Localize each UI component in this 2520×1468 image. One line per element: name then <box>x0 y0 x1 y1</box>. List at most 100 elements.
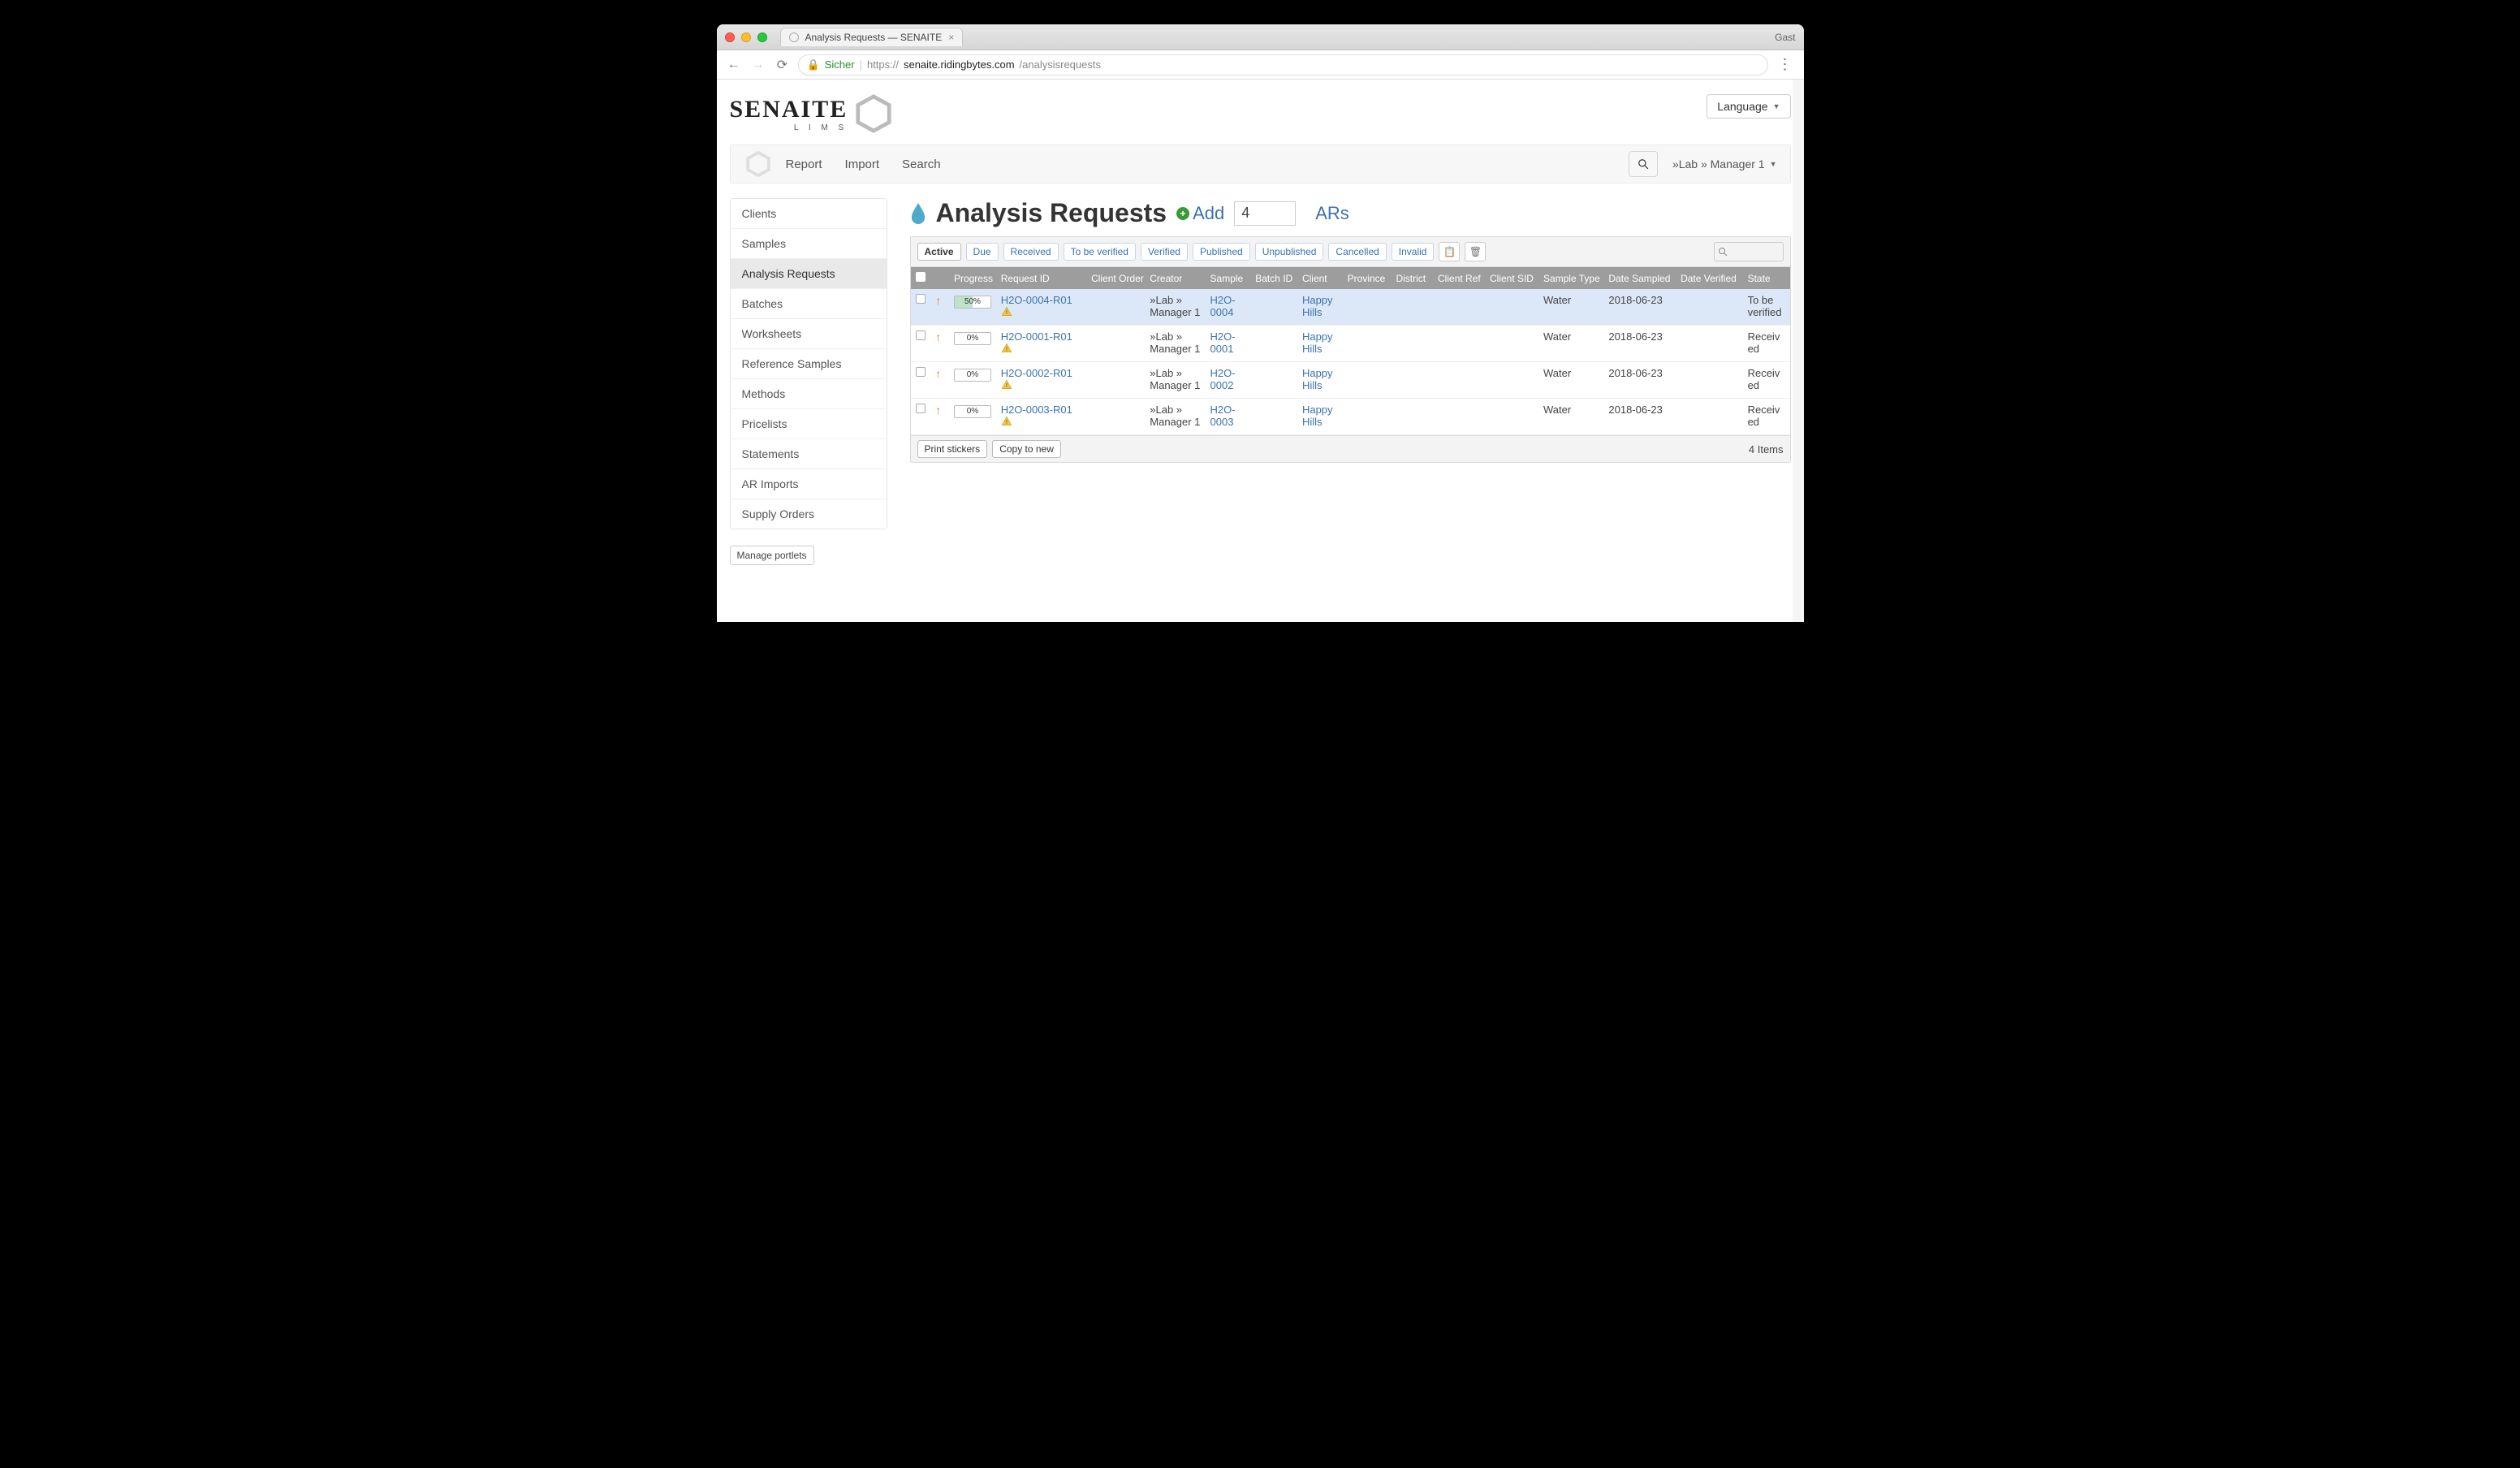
app-logo[interactable]: SENAITE L I M S <box>730 94 894 133</box>
window-minimize-button[interactable] <box>741 32 751 42</box>
filter-unpublished[interactable]: Unpublished <box>1255 243 1324 261</box>
browser-menu-icon[interactable]: ⋮ <box>1775 56 1796 73</box>
table-search-input[interactable] <box>1714 242 1784 261</box>
row-checkbox[interactable] <box>916 367 926 377</box>
sidebar-item-analysis-requests[interactable]: Analysis Requests <box>731 259 887 289</box>
nav-report[interactable]: Report <box>786 158 822 171</box>
sidebar-item-supply-orders[interactable]: Supply Orders <box>731 499 887 529</box>
row-checkbox[interactable] <box>916 330 926 340</box>
window-zoom-button[interactable] <box>757 32 767 42</box>
svg-text:!: ! <box>1006 383 1008 389</box>
search-button[interactable] <box>1629 151 1658 177</box>
column-header[interactable]: Client Ref <box>1433 267 1485 289</box>
url-path: /analysisrequests <box>1020 58 1101 71</box>
close-tab-icon[interactable]: × <box>948 32 954 43</box>
sample-link[interactable]: H2O-0003 <box>1210 404 1236 428</box>
sidebar-item-ar-imports[interactable]: AR Imports <box>731 469 887 499</box>
search-icon <box>1718 247 1728 257</box>
column-header[interactable]: Client SID <box>1485 267 1538 289</box>
sidebar-item-pricelists[interactable]: Pricelists <box>731 409 887 439</box>
column-header[interactable]: Sample Type <box>1538 267 1603 289</box>
filter-invalid[interactable]: Invalid <box>1392 243 1435 261</box>
sample-link[interactable]: H2O-0001 <box>1210 330 1236 355</box>
column-header[interactable]: Client Order <box>1086 267 1145 289</box>
column-header[interactable]: Creator <box>1145 267 1205 289</box>
column-header[interactable]: Date Sampled <box>1603 267 1676 289</box>
sidebar-item-reference-samples[interactable]: Reference Samples <box>731 349 887 379</box>
row-checkbox[interactable] <box>916 294 926 304</box>
sidebar-item-worksheets[interactable]: Worksheets <box>731 319 887 349</box>
hexagon-icon <box>854 94 893 133</box>
table-row[interactable]: ↑0%H2O-0003-R01 !»Lab » Manager 1H2O-000… <box>911 399 1790 435</box>
column-header[interactable] <box>930 267 949 289</box>
ars-link[interactable]: ARs <box>1315 203 1349 224</box>
filter-active[interactable]: Active <box>917 243 961 261</box>
scrollbar[interactable] <box>1793 80 1804 622</box>
request-id-link[interactable]: H2O-0004-R01 <box>1001 294 1072 306</box>
back-button[interactable]: ← <box>725 58 743 72</box>
filter-received[interactable]: Received <box>1003 243 1059 261</box>
filter-cancelled[interactable]: Cancelled <box>1328 243 1386 261</box>
client-link[interactable]: Happy Hills <box>1302 294 1333 318</box>
state-cell: Received <box>1743 399 1790 435</box>
client-link[interactable]: Happy Hills <box>1302 367 1333 391</box>
filter-to-be-verified[interactable]: To be verified <box>1064 243 1136 261</box>
column-header[interactable]: Sample <box>1206 267 1251 289</box>
sidebar-item-batches[interactable]: Batches <box>731 289 887 319</box>
filter-due[interactable]: Due <box>966 243 999 261</box>
row-checkbox[interactable] <box>916 404 926 413</box>
sidebar-item-statements[interactable]: Statements <box>731 439 887 469</box>
request-id-link[interactable]: H2O-0003-R01 <box>1001 404 1072 416</box>
select-all-checkbox[interactable] <box>916 272 926 282</box>
reload-button[interactable]: ⟳ <box>774 57 792 73</box>
column-header[interactable]: District <box>1391 267 1433 289</box>
language-dropdown[interactable]: Language ▼ <box>1707 94 1790 119</box>
request-id-link[interactable]: H2O-0001-R01 <box>1001 330 1072 343</box>
manage-portlets-button[interactable]: Manage portlets <box>730 546 814 565</box>
url-field[interactable]: 🔒 Sicher | https://senaite.ridingbytes.c… <box>798 54 1768 76</box>
progress-bar: 0% <box>954 332 991 345</box>
sidebar-item-clients[interactable]: Clients <box>731 199 887 229</box>
client-link[interactable]: Happy Hills <box>1302 330 1333 355</box>
sidebar: ClientsSamplesAnalysis RequestsBatchesWo… <box>730 198 887 529</box>
date-sampled-cell: 2018-06-23 <box>1603 362 1676 399</box>
trash-icon[interactable]: 🗑 <box>1465 242 1486 261</box>
clipboard-icon[interactable]: 📋 <box>1439 242 1460 261</box>
sidebar-item-samples[interactable]: Samples <box>731 229 887 259</box>
user-menu[interactable]: »Lab » Manager 1 ▼ <box>1672 158 1777 171</box>
top-nav: Report Import Search »Lab » Manager 1 ▼ <box>730 145 1791 184</box>
table-row[interactable]: ↑0%H2O-0002-R01 !»Lab » Manager 1H2O-000… <box>911 362 1790 399</box>
filter-published[interactable]: Published <box>1193 243 1250 261</box>
logo-subtext: L I M S <box>730 123 848 132</box>
sample-link[interactable]: H2O-0004 <box>1210 294 1236 318</box>
column-header[interactable]: Client <box>1297 267 1343 289</box>
column-header[interactable]: Request ID <box>996 267 1086 289</box>
sidebar-item-methods[interactable]: Methods <box>731 379 887 409</box>
column-header[interactable] <box>911 267 931 289</box>
nav-import[interactable]: Import <box>845 158 880 171</box>
nav-search[interactable]: Search <box>902 158 941 171</box>
table-row[interactable]: ↑0%H2O-0001-R01 !»Lab » Manager 1H2O-000… <box>911 326 1790 362</box>
print-stickers-button[interactable]: Print stickers <box>917 440 988 458</box>
add-count-input[interactable] <box>1234 201 1296 226</box>
guest-profile-label[interactable]: Gast <box>1775 32 1795 43</box>
browser-tab[interactable]: Analysis Requests — SENAITE × <box>780 28 964 46</box>
column-header[interactable]: Batch ID <box>1250 267 1297 289</box>
client-link[interactable]: Happy Hills <box>1302 404 1333 428</box>
window-close-button[interactable] <box>725 32 735 42</box>
add-label: Add <box>1193 203 1224 224</box>
language-label: Language <box>1717 100 1767 113</box>
filter-verified[interactable]: Verified <box>1141 243 1188 261</box>
warning-icon: ! <box>1001 416 1012 427</box>
table-row[interactable]: ↑50%H2O-0004-R01 !»Lab » Manager 1H2O-00… <box>911 289 1790 326</box>
column-header[interactable]: Date Verified <box>1676 267 1743 289</box>
copy-to-new-button[interactable]: Copy to new <box>992 440 1061 458</box>
home-hexagon-icon[interactable] <box>745 151 771 177</box>
request-id-link[interactable]: H2O-0002-R01 <box>1001 367 1072 379</box>
column-header[interactable]: State <box>1743 267 1790 289</box>
add-link[interactable]: + Add <box>1176 203 1224 224</box>
priority-up-icon: ↑ <box>935 404 941 417</box>
sample-link[interactable]: H2O-0002 <box>1210 367 1236 391</box>
column-header[interactable]: Province <box>1343 267 1392 289</box>
column-header[interactable]: Progress <box>949 267 996 289</box>
